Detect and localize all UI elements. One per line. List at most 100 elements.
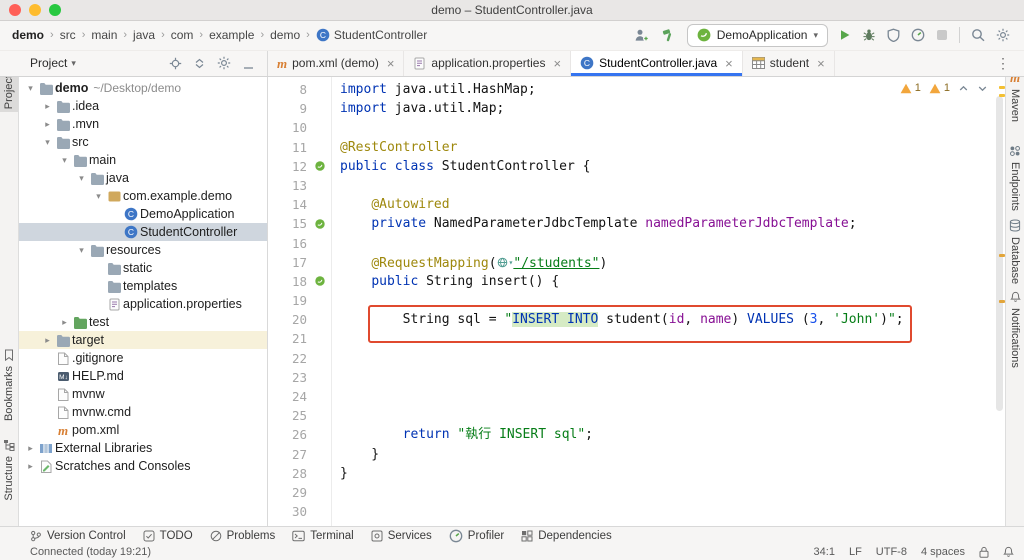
panel-settings-icon[interactable]	[217, 56, 231, 70]
tree-item-static[interactable]: static	[18, 259, 267, 277]
breadcrumb-item[interactable]: src	[60, 28, 76, 42]
run-config-select[interactable]: DemoApplication ▾	[686, 23, 828, 47]
next-problem-icon[interactable]	[977, 83, 988, 94]
tree-item-mvnw-cmd[interactable]: mvnw.cmd	[18, 403, 267, 421]
tree-item-src[interactable]: ▾ src	[18, 133, 267, 151]
line-number: 11	[291, 139, 307, 155]
close-icon[interactable]: ×	[553, 57, 561, 70]
tool-profiler-button[interactable]: Profiler	[449, 529, 504, 543]
inspections-widget[interactable]: 1 1	[897, 81, 990, 95]
stripe-notifications-button[interactable]: Notifications	[1006, 288, 1024, 371]
close-window-button[interactable]	[9, 4, 21, 16]
code-editor[interactable]: 8 9 10 11 12 13 14 15 16 17 18 19 20 21 22 23 24 25 26 27 28…	[268, 76, 1006, 526]
tool-dependencies-button[interactable]: Dependencies	[521, 530, 612, 542]
breadcrumb-item[interactable]: demo	[12, 28, 44, 42]
collapse-all-icon[interactable]	[193, 57, 206, 70]
tree-item-demo[interactable]: ▾ demo ~/Desktop/demo	[18, 79, 267, 97]
tree-item-help-md[interactable]: M↓ HELP.md	[18, 367, 267, 385]
chevron-right-icon[interactable]: ▸	[58, 317, 71, 328]
select-opened-file-icon[interactable]	[169, 57, 182, 70]
caret-position[interactable]: 34:1	[814, 546, 835, 558]
lock-icon[interactable]	[979, 546, 989, 558]
breadcrumb-item[interactable]: C StudentController	[316, 28, 427, 42]
tab-options-icon[interactable]: ⋮	[996, 55, 1010, 72]
tree-item-pom-xml[interactable]: m pom.xml	[18, 421, 267, 439]
tree-item--idea[interactable]: ▸ .idea	[18, 97, 267, 115]
spring-bean-icon[interactable]	[315, 276, 325, 287]
tool-services-button[interactable]: Services	[371, 530, 432, 542]
chevron-right-icon[interactable]: ▸	[41, 101, 54, 112]
tool-terminal-button[interactable]: Terminal	[292, 530, 354, 542]
tree-item-test[interactable]: ▸ test	[18, 313, 267, 331]
file-encoding[interactable]: UTF-8	[876, 546, 907, 558]
stop-button[interactable]	[936, 29, 948, 41]
run-button[interactable]	[839, 29, 851, 41]
editor-tab[interactable]: C StudentController.java ×	[571, 50, 743, 76]
indent-setting[interactable]: 4 spaces	[921, 546, 965, 558]
stripe-label: Database	[1009, 237, 1021, 285]
tree-item-main[interactable]: ▾ main	[18, 151, 267, 169]
coverage-button[interactable]	[887, 28, 900, 42]
stripe-bookmarks-button[interactable]: Bookmarks	[0, 346, 18, 424]
previous-problem-icon[interactable]	[958, 83, 969, 94]
tool-problems-button[interactable]: Problems	[210, 530, 275, 542]
chevron-down-icon[interactable]: ▾	[58, 155, 71, 166]
endpoint-globe-icon[interactable]: ▾	[497, 253, 513, 272]
stripe-endpoints-button[interactable]: Endpoints	[1006, 142, 1024, 214]
tree-item-java[interactable]: ▾ java	[18, 169, 267, 187]
tree-item-label: resources	[106, 243, 161, 257]
tree-item-studentcontroller[interactable]: C StudentController	[18, 223, 267, 241]
tree-item-com-example-demo[interactable]: ▾ com.example.demo	[18, 187, 267, 205]
tree-item--gitignore[interactable]: .gitignore	[18, 349, 267, 367]
breadcrumb-item[interactable]: java	[133, 28, 155, 42]
tree-item-application-properties[interactable]: application.properties	[18, 295, 267, 313]
chevron-right-icon[interactable]: ▸	[41, 119, 54, 130]
tree-item-demoapplication[interactable]: C DemoApplication	[18, 205, 267, 223]
minimize-window-button[interactable]	[29, 4, 41, 16]
tree-item-resources[interactable]: ▾ resources	[18, 241, 267, 259]
close-icon[interactable]: ×	[387, 57, 395, 70]
editor-tab[interactable]: m pom.xml (demo) ×	[268, 50, 405, 76]
settings-button[interactable]	[996, 28, 1010, 42]
breadcrumb-item[interactable]: demo	[270, 28, 300, 42]
line-number: 8	[299, 82, 307, 97]
profiler-button[interactable]	[911, 28, 925, 42]
tree-item-target[interactable]: ▸ target	[18, 331, 267, 349]
stripe-database-button[interactable]: Database	[1006, 216, 1024, 287]
chevron-right-icon[interactable]: ▸	[41, 335, 54, 346]
collaborate-icon[interactable]	[633, 28, 650, 42]
chevron-down-icon[interactable]: ▾	[92, 191, 105, 202]
chevron-down-icon[interactable]: ▾	[41, 137, 54, 148]
project-panel-title[interactable]: Project	[30, 56, 67, 70]
breadcrumb-item[interactable]: example	[209, 28, 254, 42]
breadcrumb-item[interactable]: main	[91, 28, 117, 42]
zoom-window-button[interactable]	[49, 4, 61, 16]
tree-item-templates[interactable]: templates	[18, 277, 267, 295]
spring-bean-icon[interactable]	[315, 219, 325, 229]
line-ending[interactable]: LF	[849, 546, 862, 558]
chevron-right-icon[interactable]: ▸	[24, 443, 37, 454]
tree-item-external-libraries[interactable]: ▸ External Libraries	[18, 439, 267, 457]
tool-version-control-button[interactable]: Version Control	[30, 530, 126, 542]
build-hammer-icon[interactable]	[661, 28, 676, 42]
chevron-down-icon[interactable]: ▾	[71, 58, 76, 69]
notifications-bell-icon[interactable]	[1003, 546, 1014, 558]
close-icon[interactable]: ×	[817, 57, 825, 70]
close-icon[interactable]: ×	[725, 57, 733, 70]
tree-item--mvn[interactable]: ▸ .mvn	[18, 115, 267, 133]
breadcrumb-item[interactable]: com	[171, 28, 194, 42]
spring-bean-icon[interactable]	[315, 161, 325, 171]
search-everywhere-button[interactable]	[971, 28, 985, 42]
debug-button[interactable]	[862, 28, 876, 42]
chevron-down-icon[interactable]: ▾	[75, 245, 88, 256]
editor-tab[interactable]: application.properties ×	[404, 50, 572, 76]
editor-tab[interactable]: student ×	[743, 50, 835, 76]
tree-item-scratches-and-consoles[interactable]: ▸ Scratches and Consoles	[18, 457, 267, 475]
chevron-down-icon[interactable]: ▾	[75, 173, 88, 184]
chevron-down-icon[interactable]: ▾	[24, 83, 37, 94]
tool-todo-button[interactable]: TODO	[143, 530, 193, 542]
hide-panel-icon[interactable]	[242, 57, 255, 70]
tree-item-mvnw[interactable]: mvnw	[18, 385, 267, 403]
stripe-structure-button[interactable]: Structure	[0, 436, 18, 504]
chevron-right-icon[interactable]: ▸	[24, 461, 37, 472]
